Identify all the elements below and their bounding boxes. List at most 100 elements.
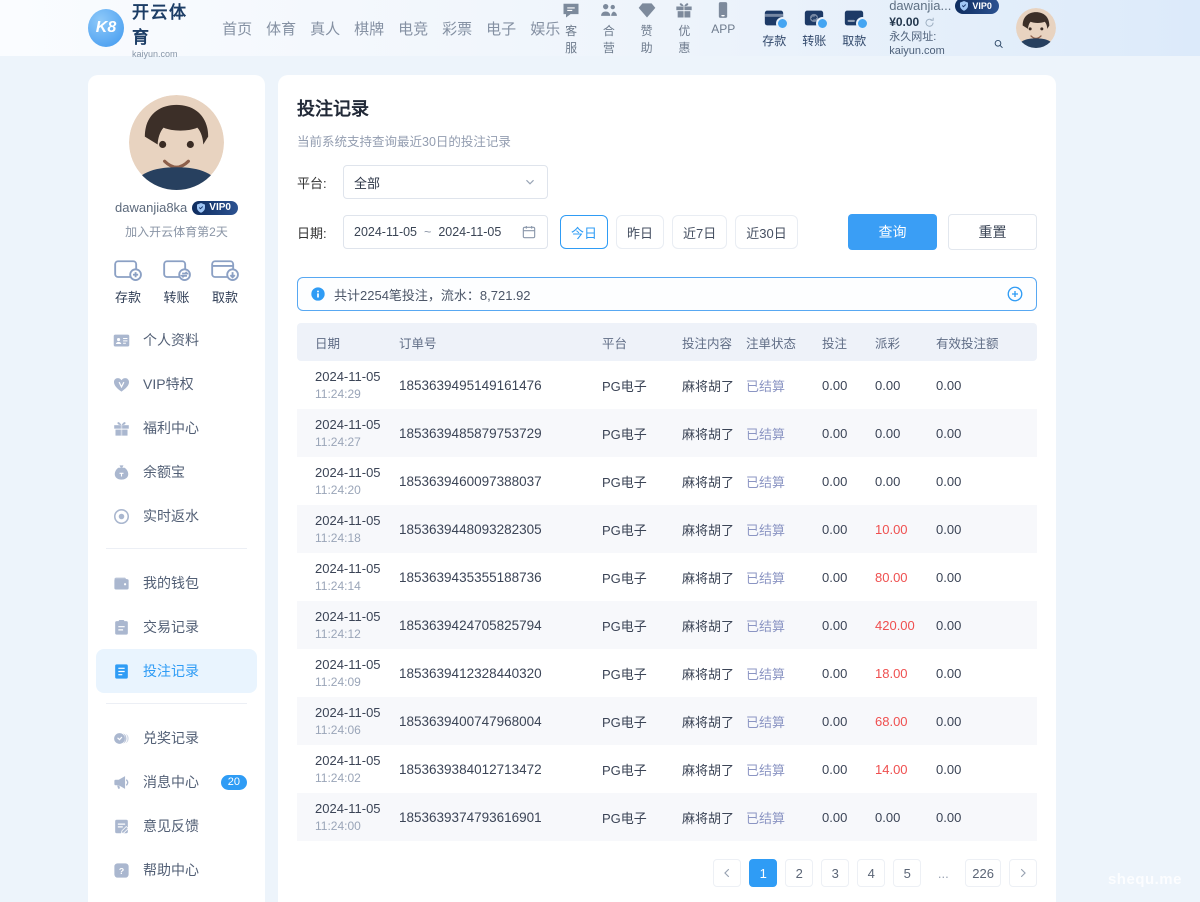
bet-status: 已结算 — [746, 520, 822, 539]
pagination: 1 2 3 4 5 ... 226 — [297, 859, 1037, 887]
nav-menu-item[interactable]: 体育 — [266, 18, 296, 39]
help-icon: ? — [112, 861, 131, 880]
quick-date-button[interactable]: 昨日 — [616, 215, 664, 249]
nav-menu-item[interactable]: 首页 — [222, 18, 252, 39]
utility-nav-item[interactable]: 合营 — [598, 0, 620, 56]
order-number: 1853639485879753729 — [399, 426, 602, 441]
wallet-nav-item[interactable]: 存款 — [761, 7, 787, 49]
refresh-balance-icon[interactable] — [923, 16, 936, 29]
profile-username: dawanjia8ka — [115, 200, 187, 215]
nav-menu-item[interactable]: 真人 — [310, 18, 340, 39]
page-button[interactable]: 4 — [857, 859, 885, 887]
bet-time: 11:24:02 — [315, 771, 399, 785]
platform-label: 平台: — [297, 173, 343, 192]
bet-status: 已结算 — [746, 424, 822, 443]
quick-action[interactable]: 转账 — [161, 256, 193, 306]
utility-nav: 客服 合营 赞助 优惠 APP — [560, 0, 735, 56]
utility-nav-item[interactable]: APP — [711, 0, 735, 56]
nav-menu-item[interactable]: 电竞 — [398, 18, 428, 39]
quick-action[interactable]: 取款 — [209, 256, 241, 306]
date-label: 日期: — [297, 223, 343, 242]
bet-status: 已结算 — [746, 808, 822, 827]
search-button[interactable]: 查询 — [848, 214, 937, 250]
platform: PG电子 — [602, 376, 682, 395]
sidebar-item[interactable]: 实时返水 — [88, 494, 265, 538]
valid-bet-amount: 0.00 — [936, 762, 1037, 777]
prev-page-button[interactable] — [713, 859, 741, 887]
sidebar-item[interactable]: 投注记录 — [96, 649, 257, 693]
order-number: 1853639400747968004 — [399, 714, 602, 729]
sidebar-item[interactable]: 福利中心 — [88, 406, 265, 450]
bet-date: 2024-11-05 — [315, 465, 399, 480]
bet-date: 2024-11-05 — [315, 609, 399, 624]
expand-icon[interactable] — [1006, 285, 1024, 303]
nav-menu-item[interactable]: 电子 — [486, 18, 516, 39]
quick-date-button[interactable]: 今日 — [560, 215, 608, 249]
user-avatar[interactable] — [1016, 8, 1056, 48]
reset-button[interactable]: 重置 — [948, 214, 1037, 250]
bet-time: 11:24:14 — [315, 579, 399, 593]
column-header: 投注内容 — [682, 333, 746, 352]
rebate-icon — [112, 507, 131, 526]
profile-avatar[interactable] — [129, 95, 224, 190]
summary-bar: 共计2254笔投注，流水：8,721.92 — [297, 277, 1037, 311]
payout-amount: 18.00 — [875, 666, 936, 681]
feedback-icon — [112, 817, 131, 836]
valid-bet-amount: 0.00 — [936, 810, 1037, 825]
bet-content: 麻将胡了 — [682, 568, 746, 587]
sidebar-item[interactable]: ? 帮助中心 — [88, 848, 265, 892]
sidebar-item[interactable]: 兑奖记录 — [88, 716, 265, 760]
search-icon[interactable] — [993, 38, 1004, 50]
utility-nav-item[interactable]: 赞助 — [636, 0, 658, 56]
quick-date-button[interactable]: 近7日 — [672, 215, 727, 249]
vip-shield-icon — [195, 202, 207, 214]
sidebar-item[interactable]: 个人资料 — [88, 318, 265, 362]
date-range-picker[interactable]: 2024-11-05 ~ 2024-11-05 — [343, 215, 548, 249]
table-row: 2024-11-05 11:24:27 1853639485879753729 … — [297, 409, 1037, 457]
sidebar-item[interactable]: 意见反馈 — [88, 804, 265, 848]
nav-menu-item[interactable]: 彩票 — [442, 18, 472, 39]
order-number: 1853639424705825794 — [399, 618, 602, 633]
quick-action[interactable]: 存款 — [112, 256, 144, 306]
wallet-nav-item[interactable]: 取款 — [841, 7, 867, 49]
page-button[interactable]: 5 — [893, 859, 921, 887]
next-page-button[interactable] — [1009, 859, 1037, 887]
sidebar: dawanjia8ka VIP0 加入开云体育第2天 存款 转账 取款 个人资料… — [88, 75, 265, 902]
utility-nav-item[interactable]: 优惠 — [673, 0, 695, 56]
yuebao-icon — [112, 463, 131, 482]
page-button[interactable]: 3 — [821, 859, 849, 887]
username[interactable]: dawanjia... — [889, 0, 951, 13]
sidebar-item[interactable]: 消息中心 20 — [88, 760, 265, 804]
unread-count-badge: 20 — [221, 775, 247, 790]
balance-amount: ¥0.00 — [889, 15, 919, 29]
wallet-nav-item[interactable]: 转账 — [801, 7, 827, 49]
sidebar-item[interactable]: 交易记录 — [88, 605, 265, 649]
divider — [106, 703, 247, 704]
page-button[interactable]: 226 — [965, 859, 1001, 887]
platform-selected-value: 全部 — [354, 173, 380, 192]
bet-amount: 0.00 — [822, 666, 875, 681]
platform: PG电子 — [602, 616, 682, 635]
sidebar-item[interactable]: VIP特权 — [88, 362, 265, 406]
site-logo[interactable]: K8 开云体育 kaiyun.com — [88, 0, 202, 59]
nav-menu-item[interactable]: 娱乐 — [530, 18, 560, 39]
platform: PG电子 — [602, 424, 682, 443]
order-number: 1853639495149161476 — [399, 378, 602, 393]
utility-nav-item[interactable]: 客服 — [560, 0, 582, 56]
quick-date-button[interactable]: 近30日 — [735, 215, 797, 249]
vip-badge: VIP0 — [955, 0, 999, 14]
payout-amount: 0.00 — [875, 474, 936, 489]
page-button[interactable]: 2 — [785, 859, 813, 887]
bet-amount: 0.00 — [822, 378, 875, 393]
platform-select[interactable]: 全部 — [343, 165, 548, 199]
column-header: 日期 — [297, 333, 399, 352]
sidebar-item[interactable]: 余额宝 — [88, 450, 265, 494]
sidebar-item[interactable]: 我的钱包 — [88, 561, 265, 605]
table-row: 2024-11-05 11:24:09 1853639412328440320 … — [297, 649, 1037, 697]
bet-status: 已结算 — [746, 472, 822, 491]
platform: PG电子 — [602, 760, 682, 779]
bet-amount: 0.00 — [822, 570, 875, 585]
nav-menu-item[interactable]: 棋牌 — [354, 18, 384, 39]
page-button[interactable]: 1 — [749, 859, 777, 887]
table-row: 2024-11-05 11:24:06 1853639400747968004 … — [297, 697, 1037, 745]
